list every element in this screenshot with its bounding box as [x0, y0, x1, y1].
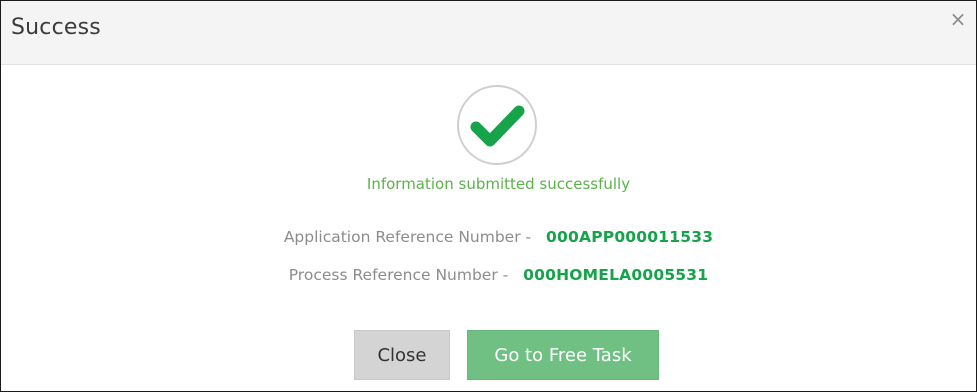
dialog-title: Success — [11, 15, 101, 40]
go-to-free-task-button[interactable]: Go to Free Task — [467, 330, 659, 380]
close-icon[interactable]: × — [948, 9, 968, 29]
dialog-header: Success × — [1, 1, 976, 65]
application-reference-row: Application Reference Number - 000APP000… — [1, 228, 977, 246]
application-reference-value: 000APP000011533 — [546, 228, 714, 246]
process-reference-value: 000HOMELA0005531 — [523, 266, 709, 284]
check-icon — [456, 84, 538, 166]
close-button[interactable]: Close — [354, 330, 450, 380]
success-dialog: Success × Information submitted successf… — [0, 0, 977, 392]
application-reference-label: Application Reference Number - — [283, 228, 532, 246]
process-reference-row: Process Reference Number - 000HOMELA0005… — [1, 266, 977, 284]
process-reference-label: Process Reference Number - — [288, 266, 509, 284]
success-message: Information submitted successfully — [366, 175, 631, 193]
dialog-body: Information submitted successfully Appli… — [1, 65, 976, 391]
